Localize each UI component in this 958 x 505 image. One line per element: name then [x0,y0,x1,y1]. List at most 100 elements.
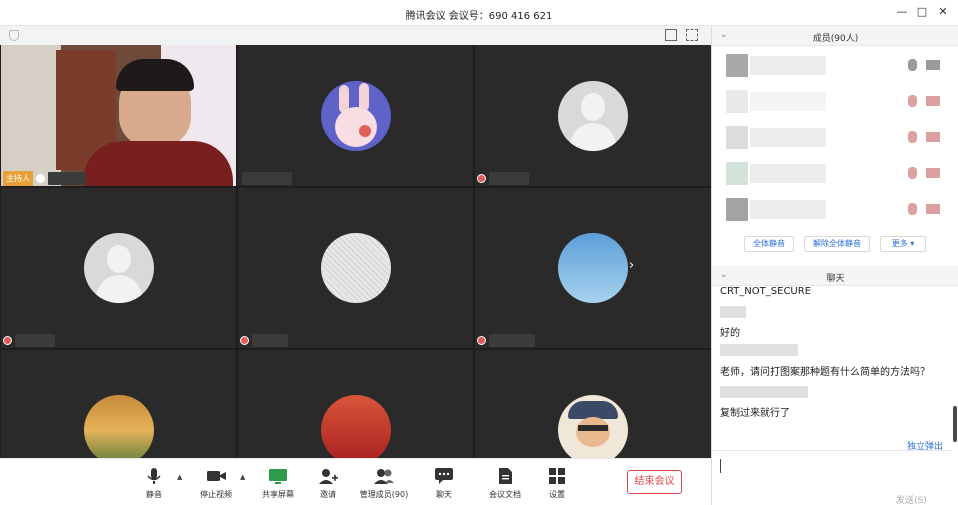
manage-members-button[interactable]: 管理成员(90) [354,467,414,500]
member-row[interactable] [724,162,949,185]
pattern-avatar [320,233,391,303]
chat-message: 好的 [720,328,740,339]
window-background [1,45,61,186]
member-name [750,92,826,111]
member-row[interactable] [724,198,949,221]
avatar [726,54,748,77]
layout-icon[interactable] [665,29,677,41]
video-tile-3[interactable] [475,45,711,186]
member-name [750,128,826,147]
maximize-button[interactable]: □ [914,4,930,20]
camera-off-icon[interactable] [926,168,940,178]
members-header[interactable]: ⌄ 成员(90人) [712,26,958,46]
avatar [726,162,748,185]
video-tile-8[interactable] [238,350,473,458]
settings-icon [549,468,565,484]
person-shirt [83,141,233,186]
fullscreen-icon[interactable] [686,29,698,41]
camera-off-icon[interactable] [926,132,940,142]
chat-message: 复制过来就行了 [720,408,790,419]
sky-avatar [558,233,628,303]
bunny-avatar [320,80,391,151]
camera-icon [207,471,226,481]
mute-all-button[interactable]: 全体静音 [744,236,794,252]
person-hair [116,59,194,91]
chat-input[interactable] [712,450,952,490]
microphone-muted-icon[interactable] [908,203,917,215]
mic-muted-icon [477,336,486,345]
mute-button[interactable]: 静音 [124,467,184,500]
unmute-all-button[interactable]: 解除全体静音 [804,236,870,252]
participant-name [252,334,288,347]
avatar [726,198,748,221]
shield-icon [9,30,19,41]
avatar [726,126,748,149]
chat-button[interactable]: 聊天 [414,467,474,500]
chat-sender [720,386,808,398]
end-meeting-button[interactable]: 结束会议 [627,470,682,494]
stop-video-button[interactable]: 停止视频 [186,467,246,500]
more-button[interactable]: 更多 ▾ [880,236,926,252]
mic-muted-icon [240,336,249,345]
video-tile-5[interactable] [238,188,473,348]
close-button[interactable]: ✕ [935,4,951,20]
mute-options-caret[interactable]: ▲ [177,473,182,481]
video-tile-7[interactable] [1,350,236,458]
participant-name-bar [477,333,535,348]
member-row[interactable] [724,54,949,77]
chat-scrollbar[interactable] [953,406,957,442]
participant-name [48,172,86,185]
chat-header[interactable]: ⌄ 聊天 [712,266,958,286]
share-screen-icon [269,469,287,484]
camera-icon[interactable] [926,60,940,70]
red-avatar [320,395,391,458]
microphone-muted-icon[interactable] [908,95,917,107]
microphone-muted-icon[interactable] [908,167,917,179]
mic-icon [36,174,45,183]
member-name [750,164,826,183]
video-tile-2[interactable] [238,45,473,186]
participant-name [15,334,55,347]
video-options-caret[interactable]: ▲ [240,473,245,481]
document-icon [499,468,512,484]
camera-off-icon[interactable] [926,204,940,214]
participant-name [242,172,292,185]
participant-name [489,334,535,347]
member-name [750,200,826,219]
participant-name-bar [242,171,292,186]
mic-muted-icon [3,336,12,345]
video-toolbar [0,26,711,45]
chevron-right-icon[interactable]: › [629,258,634,273]
chat-sender [720,344,798,356]
chat-icon [435,468,453,484]
members-title: 成员(90人) [812,34,859,44]
right-panel: ⌄ 成员(90人) 全体静音 解除全体静音 更多 ▾ ⌄ 聊天 CRT_NOT_… [711,26,958,505]
microphone-icon[interactable] [908,59,917,71]
video-tile-4[interactable] [1,188,236,348]
cartoon-avatar [558,395,628,458]
video-tile-6[interactable]: › [475,188,711,348]
settings-button[interactable]: 设置 [527,467,587,500]
minimize-button[interactable]: — [894,4,910,20]
host-name-bar: 主持人 [3,171,86,186]
host-tag: 主持人 [3,171,33,186]
window-title: 腾讯会议 会议号：690 416 621 [405,11,553,22]
participant-name-bar [3,333,55,348]
microphone-muted-icon[interactable] [908,131,917,143]
send-button[interactable]: 发送(S) [896,493,927,505]
chat-message: CRT_NOT_SECURE [720,286,812,297]
chat-sender [720,306,746,318]
video-tile-9[interactable] [475,350,711,458]
meeting-docs-button[interactable]: 会议文档 [475,467,535,500]
video-tile-host[interactable]: 主持人 [1,45,236,186]
member-row[interactable] [724,90,949,113]
microphone-icon [147,468,161,484]
mic-muted-icon [477,174,486,183]
participant-name-bar [240,333,288,348]
invite-button[interactable]: 邀请 [298,467,358,500]
sunset-avatar [83,395,154,458]
members-icon [374,469,394,484]
member-row[interactable] [724,126,949,149]
camera-off-icon[interactable] [926,96,940,106]
participant-name-bar [477,171,529,186]
